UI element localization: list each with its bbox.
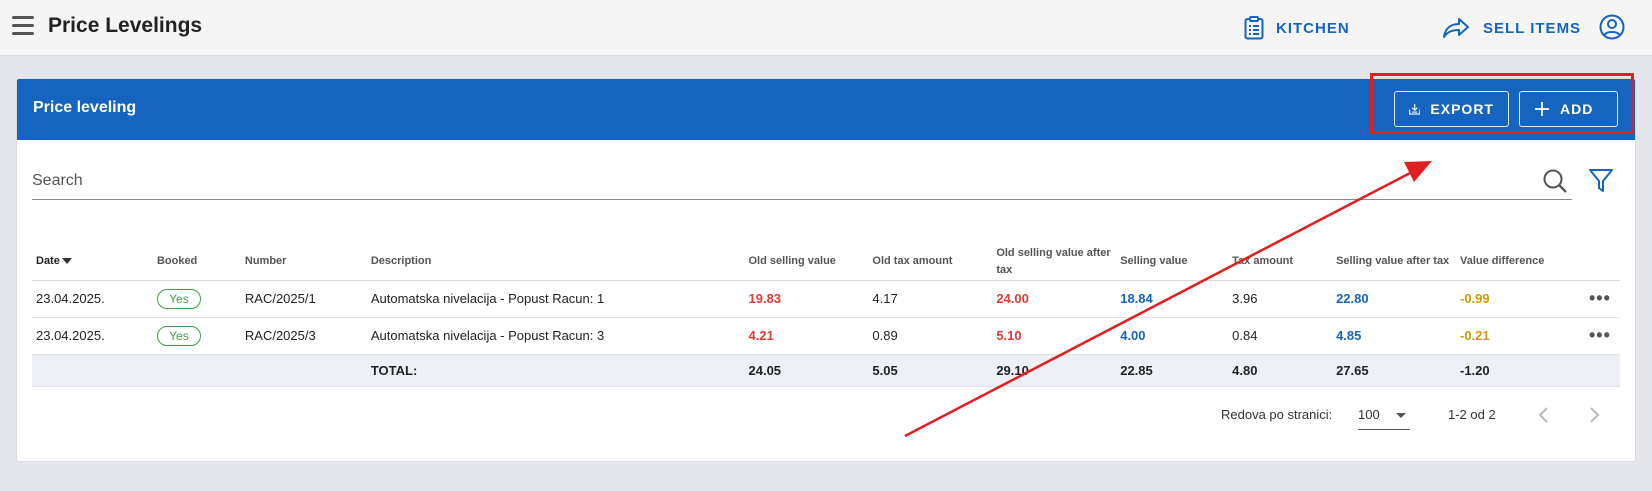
cell-old-tax-amount: 4.17 — [868, 280, 993, 318]
total-value-difference: -1.20 — [1455, 354, 1580, 387]
cell-selling-value-after-tax: 4.85 — [1332, 317, 1456, 355]
cell-selling-value: 4.00 — [1116, 317, 1229, 355]
search-field — [32, 164, 1572, 200]
export-label: EXPORT — [1430, 101, 1494, 117]
total-selling-value-after-tax: 27.65 — [1332, 354, 1456, 387]
sell-items-button[interactable]: SELL ITEMS — [1441, 13, 1581, 43]
cell-old-selling-value-after-tax: 24.00 — [992, 280, 1117, 318]
more-horiz-icon[interactable]: ••• — [1579, 280, 1620, 318]
download-icon — [1409, 103, 1421, 115]
column-header-value-difference[interactable]: Value difference — [1455, 244, 1580, 281]
column-header-booked[interactable]: Booked — [152, 244, 241, 281]
export-button[interactable]: EXPORT — [1394, 91, 1509, 127]
cell-old-selling-value: 19.83 — [744, 280, 869, 318]
column-header-date[interactable]: Date — [32, 244, 153, 281]
cell-booked: Yes — [152, 280, 241, 318]
page-title: Price Levelings — [48, 14, 203, 37]
account-circle-icon[interactable] — [1598, 13, 1626, 41]
kitchen-label: KITCHEN — [1276, 19, 1350, 37]
total-row: TOTAL: 24.05 5.05 29.10 22.85 4.80 27.65… — [32, 354, 1620, 387]
cell-date: 23.04.2025. — [32, 317, 153, 355]
total-old-tax-amount: 5.05 — [868, 354, 993, 387]
pagination-range: 1-2 od 2 — [1448, 407, 1496, 422]
total-selling-value: 22.85 — [1116, 354, 1229, 387]
column-header-old-selling-value-after-tax[interactable]: Old selling value after tax — [992, 244, 1117, 281]
kitchen-button[interactable]: KITCHEN — [1244, 13, 1350, 43]
total-old-selling-value-after-tax: 29.10 — [992, 354, 1117, 387]
cell-old-tax-amount: 0.89 — [868, 317, 993, 355]
more-horiz-icon[interactable]: ••• — [1579, 317, 1620, 355]
booked-badge: Yes — [156, 288, 201, 309]
cell-tax-amount: 0.84 — [1228, 317, 1333, 355]
menu-icon[interactable] — [12, 16, 34, 36]
total-label: TOTAL: — [366, 354, 745, 387]
add-label: ADD — [1560, 101, 1594, 117]
add-button[interactable]: ADD — [1519, 91, 1618, 127]
cell-date: 23.04.2025. — [32, 280, 153, 318]
cell-number: RAC/2025/1 — [240, 280, 367, 318]
top-app-bar: Price Levelings KITCHEN SELL ITEMS — [0, 0, 1652, 56]
cell-value-difference: -0.99 — [1455, 280, 1580, 318]
table-row[interactable]: 23.04.2025. Yes RAC/2025/1 Automatska ni… — [32, 280, 1620, 318]
search-icon[interactable] — [1542, 168, 1568, 194]
table-row[interactable]: 23.04.2025. Yes RAC/2025/3 Automatska ni… — [32, 317, 1620, 355]
card-header: Price leveling EXPORT ADD — [17, 79, 1635, 140]
column-header-number[interactable]: Number — [240, 244, 367, 281]
share-forward-icon — [1443, 18, 1469, 38]
cell-number: RAC/2025/3 — [240, 317, 367, 355]
card-title: Price leveling — [33, 99, 137, 116]
cell-booked: Yes — [152, 317, 241, 355]
cell-tax-amount: 3.96 — [1228, 280, 1333, 318]
plus-icon — [1535, 102, 1549, 116]
column-header-selling-value-after-tax[interactable]: Selling value after tax — [1332, 244, 1456, 281]
cell-selling-value-after-tax: 22.80 — [1332, 280, 1456, 318]
table-header-row: Date Booked Number Description Old selli… — [32, 244, 1620, 281]
search-input[interactable] — [32, 164, 1522, 198]
cell-description: Automatska nivelacija - Popust Racun: 1 — [366, 280, 745, 318]
column-header-selling-value[interactable]: Selling value — [1116, 244, 1229, 281]
column-header-tax-amount[interactable]: Tax amount — [1228, 244, 1333, 281]
chevron-right-icon[interactable] — [1586, 403, 1602, 427]
price-leveling-table: Date Booked Number Description Old selli… — [32, 244, 1620, 387]
filter-icon[interactable] — [1588, 167, 1614, 195]
column-header-actions — [1579, 244, 1620, 281]
cell-old-selling-value: 4.21 — [744, 317, 869, 355]
rows-per-page-value: 100 — [1358, 407, 1380, 422]
column-header-description[interactable]: Description — [366, 244, 745, 281]
rows-per-page-select[interactable]: 100 — [1358, 400, 1410, 430]
cell-description: Automatska nivelacija - Popust Racun: 3 — [366, 317, 745, 355]
cell-old-selling-value-after-tax: 5.10 — [992, 317, 1117, 355]
caret-down-icon — [1396, 413, 1406, 418]
total-old-selling-value: 24.05 — [744, 354, 869, 387]
rows-per-page-label: Redova po stranici: — [1221, 407, 1333, 422]
clipboard-icon — [1244, 16, 1264, 40]
total-tax-amount: 4.80 — [1228, 354, 1333, 387]
sell-items-label: SELL ITEMS — [1483, 19, 1582, 37]
booked-badge: Yes — [156, 325, 201, 346]
column-header-old-selling-value[interactable]: Old selling value — [744, 244, 869, 281]
chevron-left-icon[interactable] — [1536, 403, 1552, 427]
cell-value-difference: -0.21 — [1455, 317, 1580, 355]
sort-desc-icon — [61, 258, 72, 265]
column-header-old-tax-amount[interactable]: Old tax amount — [868, 244, 993, 281]
cell-selling-value: 18.84 — [1116, 280, 1229, 318]
